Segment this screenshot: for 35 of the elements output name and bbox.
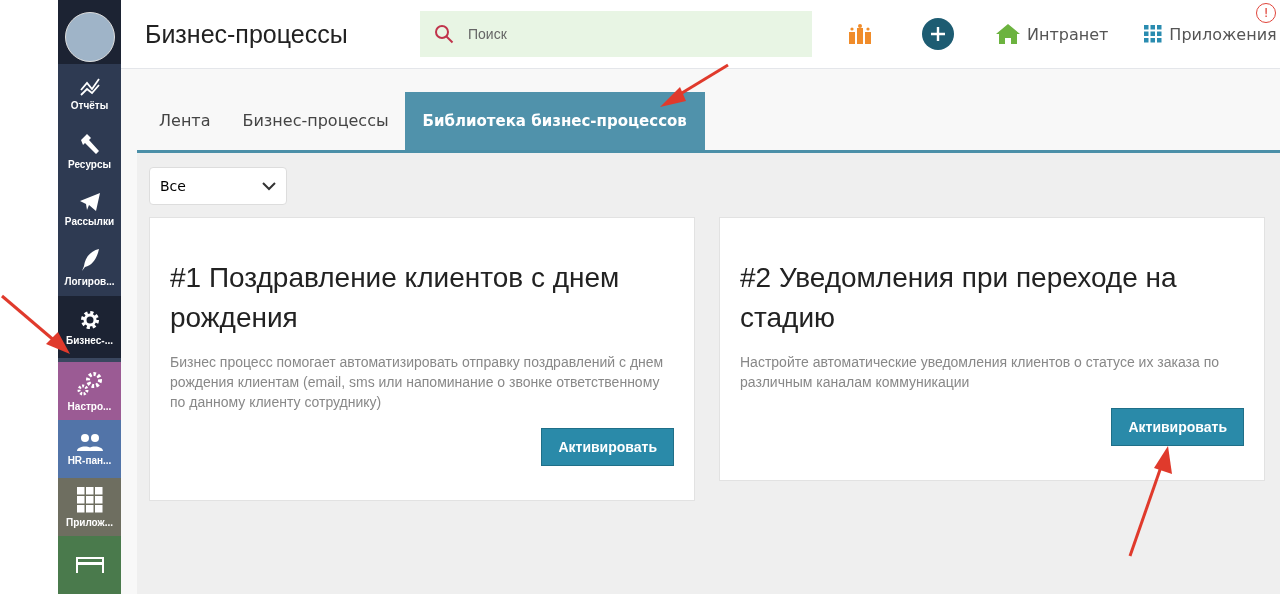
settings-icon xyxy=(78,308,101,331)
sidebar-item[interactable]: Ресурсы xyxy=(58,122,121,180)
card-description: Настройте автоматические уведомления клиентов о статусе их заказа по различным каналам коммуникации xyxy=(740,353,1221,392)
activate-button[interactable]: Активировать xyxy=(1111,408,1244,446)
people-icon xyxy=(76,432,103,451)
grid-icon xyxy=(76,486,103,513)
card-icon xyxy=(75,557,104,573)
sidebar-item[interactable]: Настро... xyxy=(58,362,121,420)
search-icon xyxy=(434,24,454,44)
sidebar-item[interactable]: Логиров... xyxy=(58,238,121,296)
page-title: Бизнес-процессы xyxy=(145,19,349,49)
activate-button[interactable]: Активировать xyxy=(541,428,674,466)
hammer-icon xyxy=(78,132,101,155)
sidebar-item[interactable]: Прилож... xyxy=(58,478,121,536)
card-description: Бизнес процесс помогает автоматизировать отправку поздравлений с днем рождения клиентам (email, sms или напоминание о звонке ответственному по данному клиенту сотруднику) xyxy=(170,353,665,412)
sidebar-item[interactable]: Отчёты xyxy=(58,64,121,122)
home-icon xyxy=(996,24,1020,44)
sidebar-item[interactable] xyxy=(58,536,121,594)
avatar[interactable] xyxy=(64,12,115,62)
card-title: #2 Уведомления при переходе на стадию xyxy=(740,261,1178,335)
card-title: #1 Поздравление клиентов с днем рождения xyxy=(170,261,621,335)
header-link[interactable]: Приложения xyxy=(1144,24,1277,44)
sidebar-item[interactable]: Рассылки xyxy=(58,180,121,238)
tab[interactable]: Бизнес-процессы xyxy=(226,91,405,150)
annotation-arrow xyxy=(658,63,730,109)
gears-icon xyxy=(75,370,104,397)
paper-plane-icon xyxy=(78,191,101,212)
tab[interactable]: Лента xyxy=(143,91,227,150)
chevron-down-icon xyxy=(262,181,276,191)
sidebar-item[interactable]: HR-пан... xyxy=(58,420,121,478)
add-button[interactable] xyxy=(922,18,954,50)
search-field[interactable]: Поиск xyxy=(420,11,812,57)
filter-dropdown[interactable]: Все xyxy=(149,167,287,205)
grid-icon xyxy=(1144,25,1163,43)
header-link[interactable]: Интранет xyxy=(996,24,1109,44)
